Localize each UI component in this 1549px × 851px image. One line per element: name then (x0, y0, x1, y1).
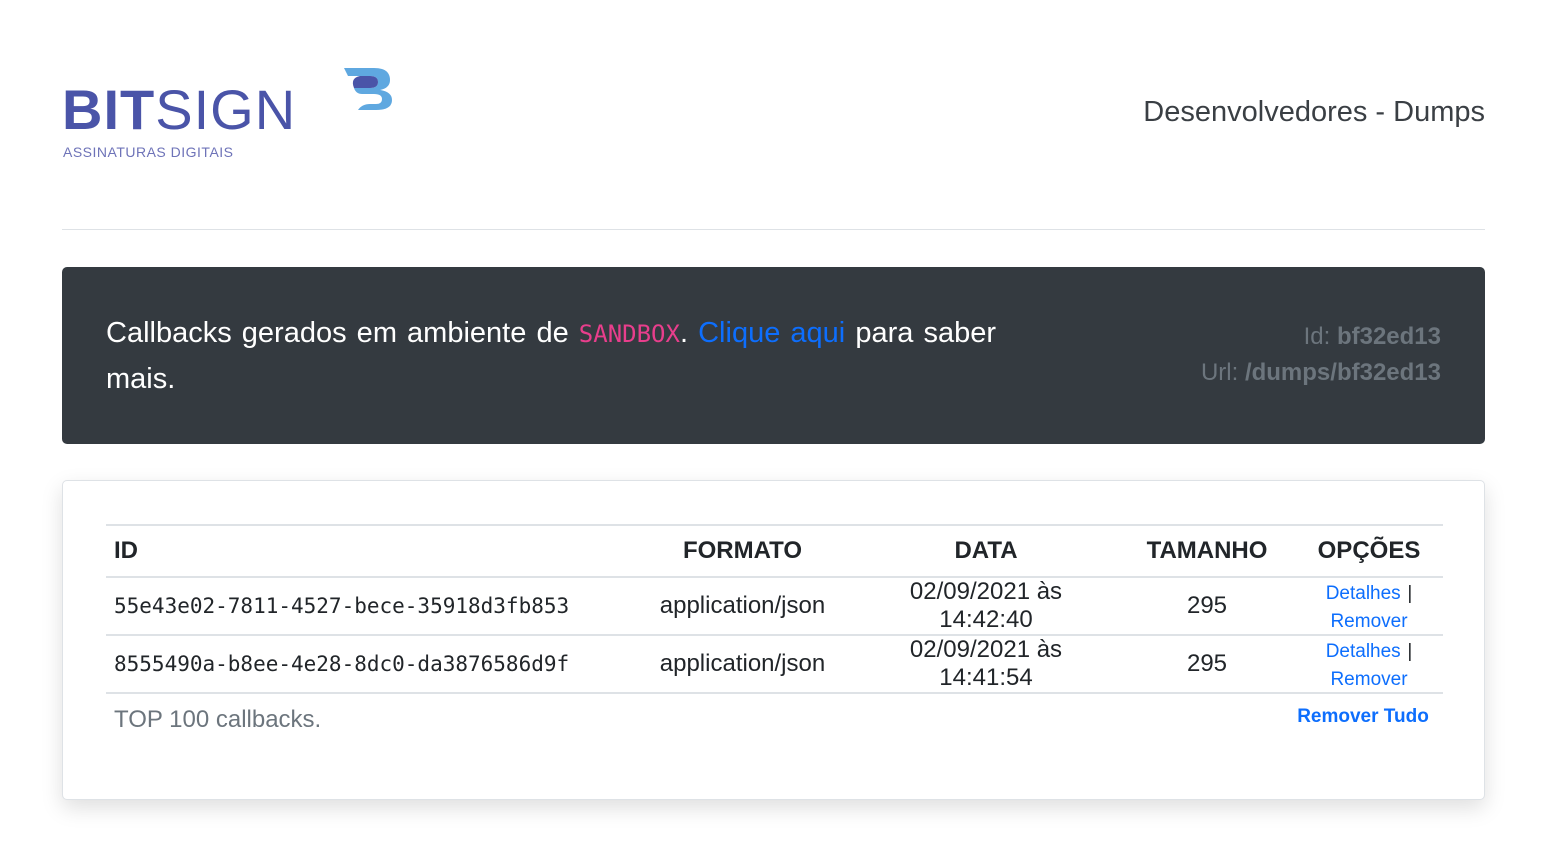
callback-id: 8555490a-b8ee-4e28-8dc0-da3876586d9f (106, 634, 632, 693)
callback-size: 295 (1119, 576, 1295, 635)
table-row: 55e43e02-7811-4527-bece-35918d3fb853 app… (106, 576, 1443, 635)
banner-text-before: Callbacks gerados em ambiente de (106, 317, 579, 349)
callback-format: application/json (632, 576, 853, 635)
bitsign-logo[interactable]: BITSIGN ASSINATURAS DIGITAIS (62, 60, 402, 170)
callback-date: 02/09/2021 às 14:42:40 (853, 576, 1119, 635)
learn-more-link[interactable]: Clique aqui (698, 317, 845, 349)
env-code: SANDBOX (578, 320, 680, 348)
logo-tagline: ASSINATURAS DIGITAIS (63, 144, 234, 160)
callback-options: Detalhes | Remover (1295, 634, 1443, 693)
dump-url-line: Url: /dumps/bf32ed13 (1201, 355, 1441, 391)
header-divider (62, 229, 1485, 230)
table-header-row: ID FORMATO DATA TAMANHO OPÇÕES (106, 524, 1443, 578)
column-header-size: TAMANHO (1119, 524, 1295, 578)
logo-s-mark-icon (344, 68, 392, 110)
callback-id: 55e43e02-7811-4527-bece-35918d3fb853 (106, 576, 632, 635)
details-link[interactable]: Detalhes (1326, 641, 1401, 662)
options-separator: | (1407, 583, 1413, 604)
logo-word-light: SIGN (155, 78, 297, 141)
column-header-format: FORMATO (632, 524, 853, 578)
dump-id-label: Id: (1303, 323, 1337, 350)
options-separator: | (1407, 641, 1413, 662)
page-header: BITSIGN ASSINATURAS DIGITAIS Desenvolved… (62, 60, 1485, 170)
column-header-id: ID (106, 524, 632, 578)
dump-id-line: Id: bf32ed13 (1201, 319, 1441, 355)
dump-url-label: Url: (1200, 359, 1245, 386)
callback-format: application/json (632, 634, 853, 693)
remove-link[interactable]: Remover (1330, 611, 1407, 632)
callback-options: Detalhes | Remover (1295, 576, 1443, 635)
column-header-date: DATA (853, 524, 1119, 578)
dump-meta: Id: bf32ed13 Url: /dumps/bf32ed13 (1201, 319, 1441, 391)
callbacks-card: ID FORMATO DATA TAMANHO OPÇÕES 55e43e02-… (62, 480, 1485, 800)
column-header-options: OPÇÕES (1295, 524, 1443, 578)
remove-all-cell: Remover Tudo (1295, 692, 1443, 760)
callback-size: 295 (1119, 634, 1295, 693)
remove-all-button[interactable]: Remover Tudo (1297, 706, 1429, 727)
sandbox-banner: Callbacks gerados em ambiente de SANDBOX… (62, 267, 1485, 444)
table-row: 8555490a-b8ee-4e28-8dc0-da3876586d9f app… (106, 634, 1443, 693)
top-callbacks-note: TOP 100 callbacks. (106, 692, 1295, 760)
callbacks-table: ID FORMATO DATA TAMANHO OPÇÕES 55e43e02-… (106, 524, 1443, 760)
page-title: Desenvolvedores - Dumps (1143, 96, 1485, 128)
dump-url-value: /dumps/bf32ed13 (1244, 359, 1441, 386)
table-footer-row: TOP 100 callbacks. Remover Tudo (106, 692, 1443, 760)
logo-word-bold: BIT (62, 78, 156, 141)
banner-message: Callbacks gerados em ambiente de SANDBOX… (106, 311, 996, 402)
banner-text-mid: . (679, 317, 699, 349)
callback-date: 02/09/2021 às 14:41:54 (853, 634, 1119, 693)
remove-link[interactable]: Remover (1330, 669, 1407, 690)
dump-id-value: bf32ed13 (1336, 323, 1441, 350)
logo-wordmark: BITSIGN (62, 80, 296, 140)
details-link[interactable]: Detalhes (1326, 583, 1401, 604)
